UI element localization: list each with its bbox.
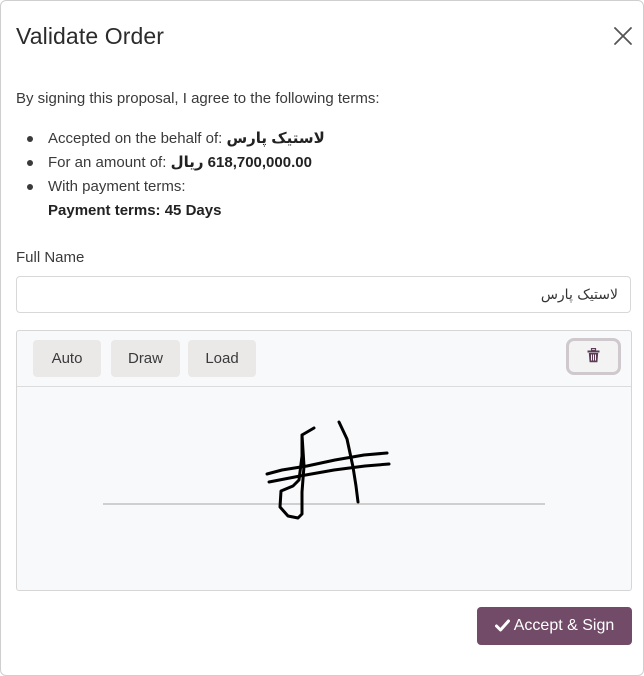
payment-terms-value: Payment terms: 45 Days xyxy=(48,202,222,219)
accept-sign-label: Accept & Sign xyxy=(513,617,615,634)
amount-value: 618,700,000.00 ریال xyxy=(170,154,312,171)
dialog-title: Validate Order xyxy=(16,23,164,49)
bullet-icon xyxy=(27,184,33,190)
check-icon xyxy=(494,619,510,632)
trash-icon xyxy=(587,348,600,363)
full-name-input[interactable] xyxy=(16,276,631,313)
clear-signature-button[interactable] xyxy=(566,338,621,375)
list-item: With payment terms: xyxy=(27,177,325,201)
amount-label: For an amount of: xyxy=(48,154,171,171)
auto-mode-button[interactable]: Auto xyxy=(33,340,101,377)
draw-mode-button[interactable]: Draw xyxy=(111,340,180,377)
accept-sign-button[interactable]: Accept & Sign xyxy=(477,607,632,645)
payment-label: With payment terms: xyxy=(48,178,186,195)
accepted-value: لاستیک پارس xyxy=(226,130,325,147)
list-item: Accepted on the behalf of: لاستیک پارس xyxy=(27,129,325,153)
list-item: For an amount of: 618,700,000.00 ریال xyxy=(27,153,325,177)
validate-order-dialog: Validate Order By signing this proposal,… xyxy=(0,0,644,676)
close-icon[interactable] xyxy=(611,24,635,48)
terms-list: Accepted on the behalf of: لاستیک پارس F… xyxy=(27,129,325,225)
signature-canvas[interactable] xyxy=(17,387,631,590)
full-name-label: Full Name xyxy=(16,249,85,266)
load-mode-button[interactable]: Load xyxy=(188,340,256,377)
signature-toolbar: Auto Draw Load xyxy=(17,331,631,387)
bullet-icon xyxy=(27,160,33,166)
signature-pad: Auto Draw Load xyxy=(16,330,632,591)
accepted-label: Accepted on the behalf of: xyxy=(48,130,227,147)
bullet-icon xyxy=(27,136,33,142)
intro-text: By signing this proposal, I agree to the… xyxy=(16,90,380,107)
